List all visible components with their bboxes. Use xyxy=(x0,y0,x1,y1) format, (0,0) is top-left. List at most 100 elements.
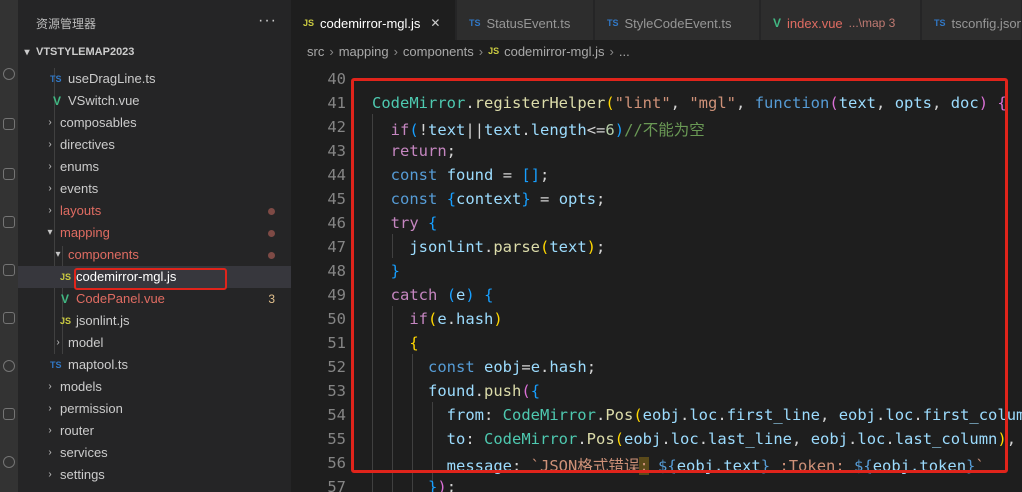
tree-folder[interactable]: › services xyxy=(18,442,291,464)
line-number: 50 xyxy=(327,310,346,328)
line-number: 41 xyxy=(327,94,346,112)
breadcrumb-item[interactable]: src xyxy=(307,44,324,59)
line-number: 40 xyxy=(327,70,346,88)
tree-folder[interactable]: ▾ mapping xyxy=(18,222,291,244)
tab-label: index.vue xyxy=(787,15,843,31)
line-number: 48 xyxy=(327,262,346,280)
extensions-icon[interactable] xyxy=(3,216,15,228)
tree-folder[interactable]: › router xyxy=(18,420,291,442)
breadcrumb: src › mapping › components › JS codemirr… xyxy=(291,40,1022,62)
line-number: 53 xyxy=(327,382,346,400)
chevron-right-icon: › xyxy=(48,161,52,172)
tree-item[interactable]: V CodePanel.vue 3 xyxy=(18,288,291,310)
tree-folder[interactable]: › layouts xyxy=(18,200,291,222)
tree-folder[interactable]: › enums xyxy=(18,156,291,178)
tab-hint: ...\map 3 xyxy=(848,16,896,30)
timeline-icon[interactable] xyxy=(3,360,15,372)
tree-item-label: model xyxy=(68,335,104,350)
chevron-right-icon: › xyxy=(48,425,52,436)
line-number: 46 xyxy=(327,214,346,232)
source-control-icon[interactable] xyxy=(3,118,15,130)
line-number: 49 xyxy=(327,286,346,304)
js-file-icon: JS xyxy=(60,272,72,282)
js-file-icon: JS xyxy=(303,18,315,28)
line-number: 56 xyxy=(327,454,346,472)
line-number: 42 xyxy=(327,118,346,136)
tab-label: StyleCodeEvent.ts xyxy=(624,15,732,31)
code-line: }); xyxy=(428,478,457,492)
vue-file-icon: V xyxy=(61,292,70,306)
chevron-right-icon: › xyxy=(393,43,398,59)
tab-label: StatusEvent.ts xyxy=(486,15,571,31)
tab-label: tsconfig.json xyxy=(951,15,1022,31)
breadcrumb-item[interactable]: mapping xyxy=(339,44,389,59)
code-highlight-annotation xyxy=(351,78,1008,473)
line-number: 57 xyxy=(327,478,346,492)
line-number: 47 xyxy=(327,238,346,256)
tree-item-label: maptool.ts xyxy=(68,357,128,372)
database-icon[interactable] xyxy=(3,408,15,420)
tree-folder[interactable]: › directives xyxy=(18,134,291,156)
tree-folder[interactable]: › settings xyxy=(18,464,291,486)
tree-item[interactable]: V VSwitch.vue xyxy=(18,90,291,112)
tree-folder[interactable]: › models xyxy=(18,376,291,398)
more-actions-icon[interactable]: ··· xyxy=(258,12,277,30)
search-icon[interactable] xyxy=(3,68,15,80)
tree-item-label: services xyxy=(60,445,108,460)
tree-item-label: components xyxy=(68,247,139,262)
tree-item[interactable]: TS maptool.ts xyxy=(18,354,291,376)
chevron-right-icon: › xyxy=(478,43,484,59)
tree-item-label: permission xyxy=(60,401,123,416)
line-number: 43 xyxy=(327,142,346,160)
tree-item-label: CodePanel.vue xyxy=(76,291,165,306)
line-number: 51 xyxy=(327,334,346,352)
tree-item-label: router xyxy=(60,423,94,438)
chevron-right-icon: › xyxy=(56,337,60,348)
tree-item-label: jsonlint.js xyxy=(76,313,130,328)
ts-file-icon: TS xyxy=(50,360,62,370)
breadcrumb-item[interactable]: components xyxy=(403,44,474,59)
workspace-root-label: VTSTYLEMAP2023 xyxy=(36,46,135,58)
tree-item-label: enums xyxy=(60,159,100,174)
tree-item-label: VSwitch.vue xyxy=(68,93,140,108)
tree-item-label: directives xyxy=(60,137,115,152)
modified-dot xyxy=(268,252,275,259)
chevron-right-icon: › xyxy=(48,117,52,128)
ts-file-icon: TS xyxy=(50,74,62,84)
tree-item[interactable]: JS jsonlint.js xyxy=(18,310,291,332)
close-icon[interactable]: ✕ xyxy=(430,16,440,30)
modified-dot xyxy=(268,208,275,215)
chevron-right-icon: › xyxy=(48,139,52,150)
tree-folder[interactable]: › model xyxy=(18,332,291,354)
tree-folder[interactable]: › composables xyxy=(18,112,291,134)
breadcrumb-item[interactable]: ... xyxy=(619,44,630,59)
chevron-right-icon: › xyxy=(48,469,52,480)
tree-item-label: events xyxy=(60,181,99,196)
account-icon[interactable] xyxy=(3,456,15,468)
ts-file-icon: TS xyxy=(934,18,946,28)
explorer-header: 资源管理器 ··· xyxy=(18,0,291,46)
breadcrumb-item[interactable]: codemirror-mgl.js xyxy=(504,44,604,59)
remote-explorer-icon[interactable] xyxy=(3,264,15,276)
activity-bar xyxy=(0,0,18,492)
tree-item[interactable]: TS useDragLine.ts xyxy=(18,68,291,90)
tree-item-label: composables xyxy=(60,115,137,130)
tree-folder[interactable]: › events xyxy=(18,178,291,200)
chevron-down-icon: ▾ xyxy=(47,227,53,238)
modified-dot xyxy=(268,230,275,237)
chevron-right-icon: › xyxy=(48,381,52,392)
tree-item-label: useDragLine.ts xyxy=(68,71,156,86)
tree-item-label: layouts xyxy=(60,203,102,218)
tree-item-label: models xyxy=(60,379,102,394)
selection-highlight-annotation xyxy=(74,268,227,290)
tree-folder[interactable]: ▾ components xyxy=(18,244,291,266)
tree-item-label: mapping xyxy=(60,225,110,240)
ts-file-icon: TS xyxy=(607,18,619,28)
chevron-right-icon: › xyxy=(48,205,52,216)
run-debug-icon[interactable] xyxy=(3,168,15,180)
workspace-root[interactable]: ▾ VTSTYLEMAP2023 xyxy=(18,42,291,62)
testing-icon[interactable] xyxy=(3,312,15,324)
ts-file-icon: TS xyxy=(469,18,481,28)
vue-file-icon: V xyxy=(773,16,782,30)
tree-folder[interactable]: › permission xyxy=(18,398,291,420)
